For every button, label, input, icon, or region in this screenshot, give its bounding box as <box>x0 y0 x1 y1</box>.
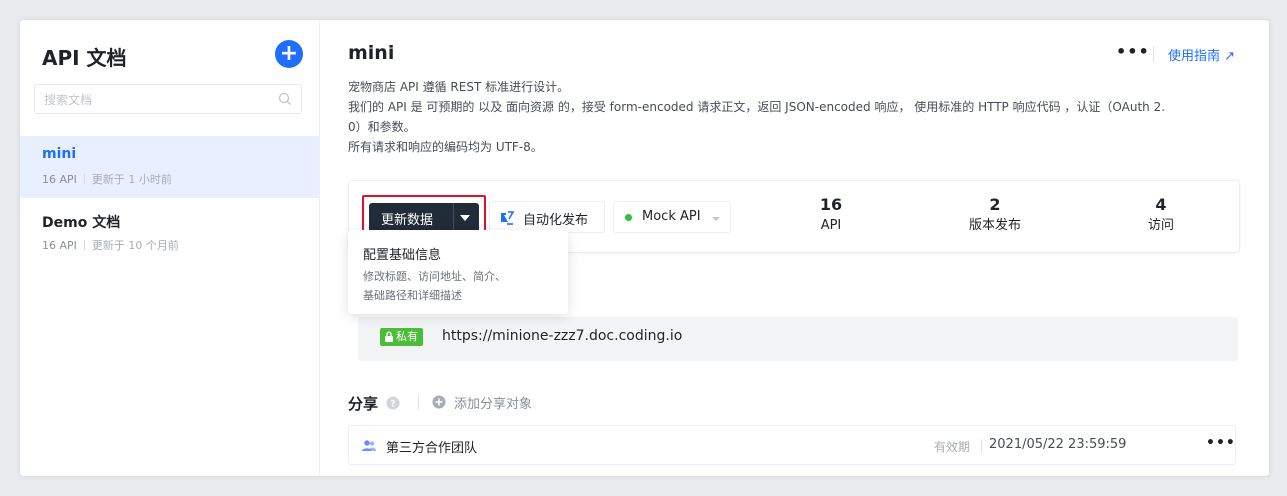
sidebar: API 文档 + mini 16 API 更新于 1 小时前 Demo 文档 16… <box>20 20 320 476</box>
updated-time: 更新于 10 个月前 <box>91 239 179 252</box>
dropdown-desc-line: 修改标题、访问地址、简介、 <box>363 270 506 283</box>
share-title: 分享 <box>348 395 379 413</box>
validity-label: 有效期 <box>934 440 971 454</box>
more-menu-button[interactable]: ••• <box>1116 42 1150 61</box>
share-row[interactable]: 第三方合作团队 有效期 2021/05/22 23:59:59 ••• <box>348 425 1236 465</box>
api-count: 16 API <box>42 173 77 186</box>
stat-api[interactable]: 16 API <box>761 195 901 237</box>
doc-url-link[interactable]: https://minione-zzz7.doc.coding.io <box>442 328 682 344</box>
dropdown-desc-line: 基础路径和详细描述 <box>363 289 462 302</box>
description-line: 我们的 API 是 可预期的 以及 面向资源 的，接受 form-encoded… <box>348 100 1166 114</box>
updated-time: 更新于 1 小时前 <box>91 173 172 186</box>
plus-icon: + <box>279 41 299 66</box>
stat-label: 版本发布 <box>968 218 1021 233</box>
dropdown-item-title[interactable]: 配置基础信息 <box>363 244 441 263</box>
app-window: API 文档 + mini 16 API 更新于 1 小时前 Demo 文档 16… <box>20 20 1269 476</box>
sidebar-item-mini[interactable]: mini 16 API 更新于 1 小时前 <box>20 136 319 198</box>
search-icon[interactable] <box>277 91 293 107</box>
lock-icon <box>385 331 393 342</box>
add-share-label: 添加分享对象 <box>454 397 533 412</box>
sidebar-item-name: mini <box>42 146 77 162</box>
private-badge-label: 私有 <box>396 330 418 343</box>
stat-value: 4 <box>1155 195 1167 214</box>
stat-value: 2 <box>989 195 1001 214</box>
divider <box>1153 46 1154 62</box>
doc-address-box: 私有 https://minione-zzz7.doc.coding.io <box>358 317 1238 361</box>
team-icon <box>362 440 376 451</box>
mock-api-label: Mock API <box>642 209 701 224</box>
description-line: 宠物商店 API 遵循 REST 标准进行设计。 <box>348 80 570 94</box>
divider <box>981 439 982 453</box>
update-dropdown-menu[interactable]: 配置基础信息 修改标题、访问地址、简介、 基础路径和详细描述 <box>348 230 568 314</box>
sidebar-item-meta: 16 API 更新于 10 个月前 <box>42 237 179 253</box>
search-box <box>34 84 302 115</box>
page-title: mini <box>348 42 395 64</box>
private-badge: 私有 <box>380 328 423 346</box>
stat-releases[interactable]: 2 版本发布 <box>925 195 1065 237</box>
search-input[interactable] <box>35 85 276 115</box>
add-doc-button[interactable]: + <box>275 40 303 68</box>
sidebar-item-meta: 16 API 更新于 1 小时前 <box>42 171 172 187</box>
svg-text:?: ? <box>390 400 395 410</box>
auto-publish-button[interactable]: 自动化发布 <box>489 201 605 233</box>
add-circle-icon <box>432 395 446 409</box>
stat-visits[interactable]: 4 访问 <box>1091 195 1231 237</box>
stat-label: 访问 <box>1147 218 1174 233</box>
mock-api-button[interactable]: Mock API <box>613 201 731 233</box>
auto-publish-icon <box>501 211 515 225</box>
sidebar-item-name: Demo 文档 <box>42 215 121 231</box>
doc-description: 宠物商店 API 遵循 REST 标准进行设计。 我们的 API 是 可预期的 … <box>348 77 1248 157</box>
auto-publish-label: 自动化发布 <box>523 213 589 228</box>
status-dot-icon <box>625 214 632 221</box>
help-icon[interactable]: ? <box>386 396 400 410</box>
chevron-down-icon <box>712 217 720 221</box>
stat-value: 16 <box>819 195 843 214</box>
dropdown-item-desc: 修改标题、访问地址、简介、 基础路径和详细描述 <box>363 267 506 305</box>
divider <box>83 174 85 184</box>
api-count: 16 API <box>42 239 77 252</box>
divider <box>418 394 419 410</box>
guide-link[interactable]: 使用指南 ↗ <box>1168 45 1235 64</box>
divider <box>83 240 85 250</box>
validity-date: 2021/05/22 23:59:59 <box>989 437 1127 452</box>
share-row-more-button[interactable]: ••• <box>1206 435 1236 451</box>
sidebar-title: API 文档 <box>42 46 127 70</box>
sidebar-item-demo[interactable]: Demo 文档 16 API 更新于 10 个月前 <box>20 202 319 264</box>
share-target-name: 第三方合作团队 <box>386 441 478 456</box>
stat-label: API <box>820 218 842 233</box>
description-line: 0）和参数。 <box>348 120 416 134</box>
description-line: 所有请求和响应的编码均为 UTF-8。 <box>348 140 543 154</box>
